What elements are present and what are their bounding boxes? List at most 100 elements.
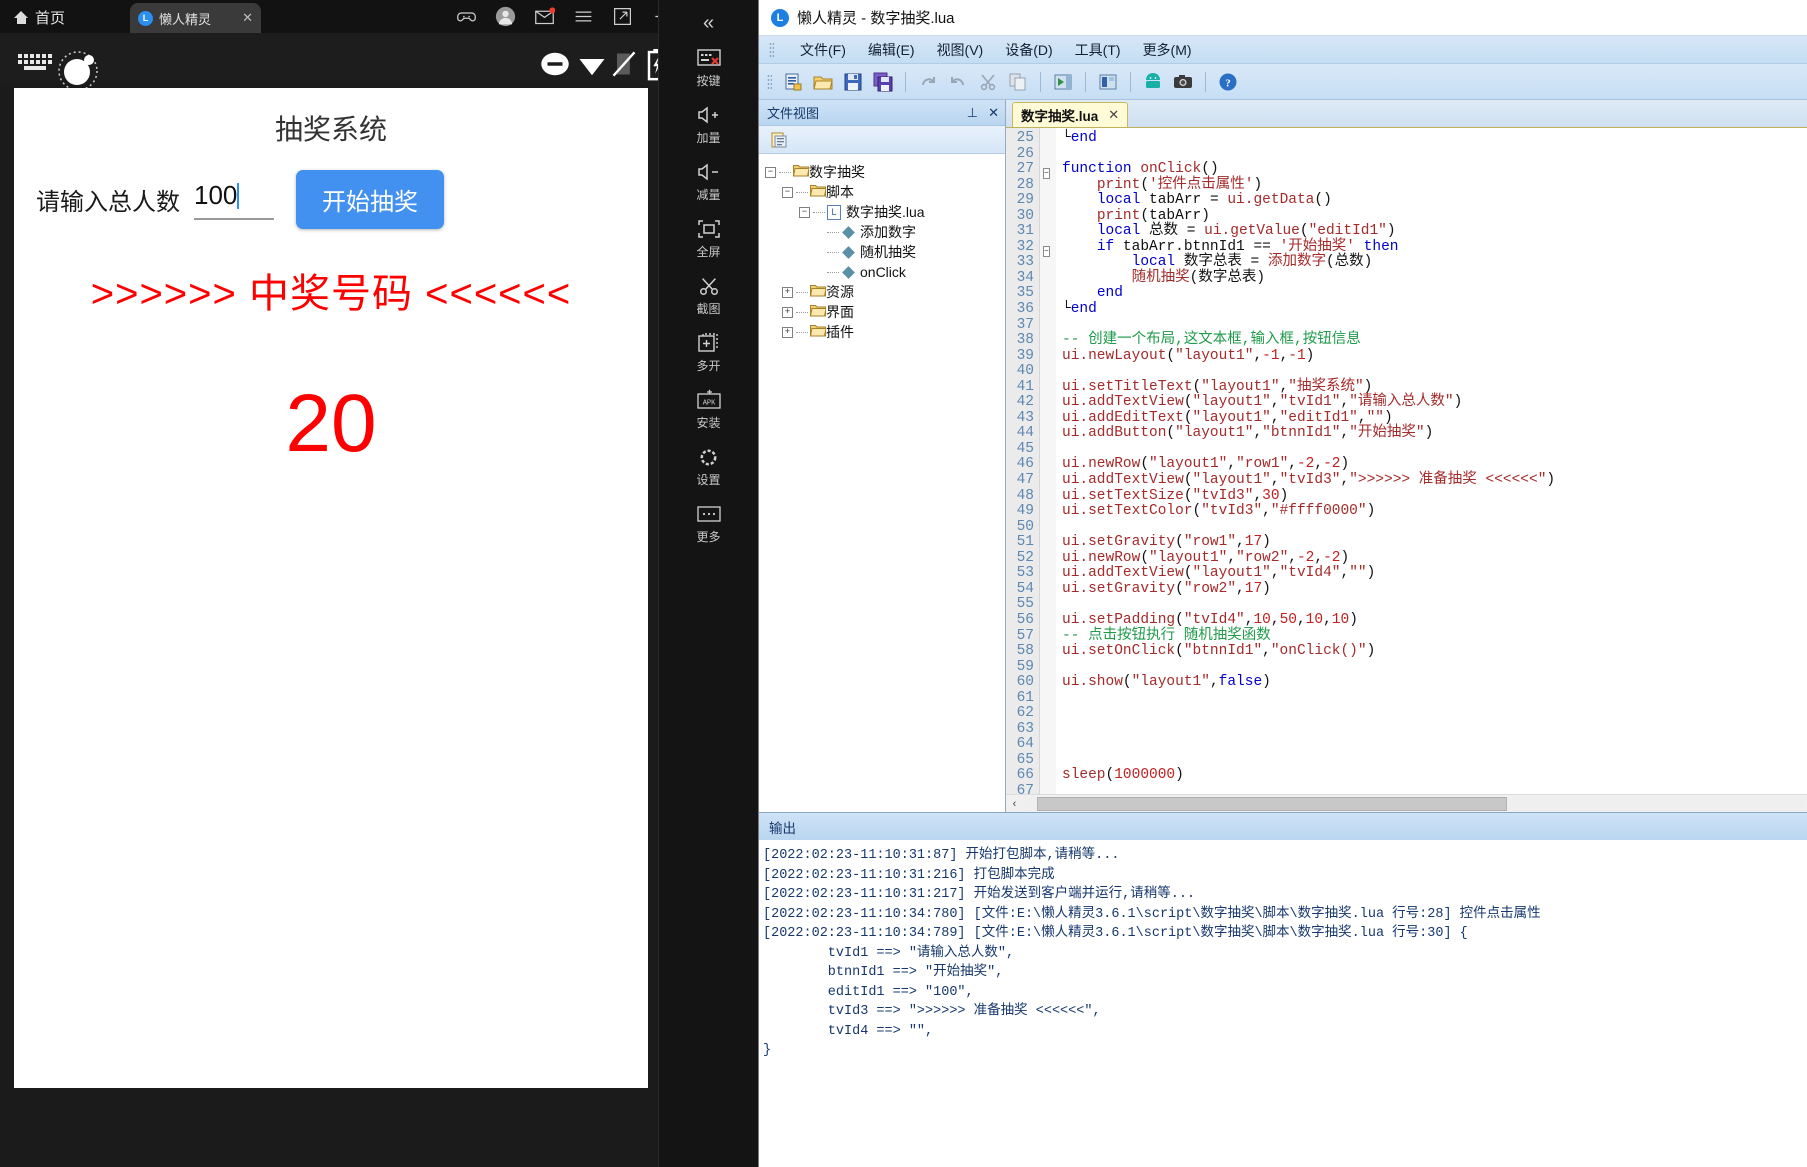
tree-toggle-icon[interactable]: − — [782, 186, 793, 198]
gamepad-icon[interactable] — [456, 6, 477, 27]
scroll-track[interactable] — [1023, 796, 1806, 811]
close-icon[interactable]: ✕ — [988, 105, 999, 121]
cut-icon[interactable] — [975, 69, 1001, 95]
keyboard-icon[interactable] — [16, 49, 52, 70]
emulator-titlebar: 首页 L 懒人精灵 ✕ — [0, 0, 758, 33]
tree-toggle-icon[interactable]: + — [782, 286, 793, 298]
code-line: ui.addTextView("layout1","tvId3",">>>>>>… — [1062, 472, 1556, 489]
file-tree-item[interactable]: onClick — [765, 262, 1005, 282]
editor-horizontal-scrollbar[interactable]: ‹ — [1006, 794, 1807, 812]
pin-icon[interactable]: ⊥ — [967, 105, 978, 121]
side-tool-multi-instance[interactable]: 多开 — [659, 331, 758, 374]
start-draw-button[interactable]: 开始抽奖 — [296, 170, 444, 229]
mail-icon[interactable] — [534, 6, 555, 27]
side-tool-fullscreen[interactable]: 全屏 — [659, 217, 758, 260]
camera-icon[interactable] — [1170, 69, 1196, 95]
side-tool-volume-down[interactable]: 减量 — [659, 160, 758, 203]
help-icon[interactable]: ? — [1215, 69, 1241, 95]
side-tool-screenshot[interactable]: 截图 — [659, 274, 758, 317]
tree-toggle-icon[interactable]: − — [765, 166, 776, 178]
file-tree-label: 数字抽奖.lua — [846, 204, 925, 220]
side-tool-install-apk[interactable]: APK 安装 — [659, 388, 758, 431]
menu-item-device[interactable]: 设备(D) — [1005, 40, 1052, 60]
scroll-left-icon[interactable]: ‹ — [1006, 798, 1023, 810]
code-line: local 数字总表 = 添加数字(总数) — [1131, 254, 1373, 271]
redo-icon[interactable] — [915, 69, 941, 95]
menu-item-tools[interactable]: 工具(T) — [1075, 40, 1121, 60]
run-icon[interactable] — [1050, 69, 1076, 95]
collapse-sidebar-button[interactable]: « — [659, 0, 758, 46]
line-number: 43 — [1016, 409, 1034, 426]
editor-tabstrip: 数字抽奖.lua ✕ — [1006, 100, 1807, 128]
close-icon[interactable]: ✕ — [242, 10, 253, 26]
close-icon[interactable]: ✕ — [1108, 107, 1119, 123]
copy-icon[interactable] — [1005, 69, 1031, 95]
side-tool-label: 多开 — [696, 359, 721, 373]
side-tool-settings[interactable]: 设置 — [659, 445, 758, 488]
new-file-icon[interactable] — [780, 69, 806, 95]
file-tree-item[interactable]: + 资源 — [765, 282, 1005, 302]
android-icon[interactable] — [1140, 69, 1166, 95]
output-line: [2022:02:23-11:10:31:87] 开始打包脚本,请稍等... — [763, 848, 1120, 863]
file-tree-item[interactable]: + 插件 — [765, 322, 1005, 342]
side-tool-keymap[interactable]: 按键 — [659, 46, 758, 89]
save-icon[interactable] — [840, 69, 866, 95]
resize-icon[interactable] — [612, 6, 633, 27]
toolbar-grip — [767, 73, 772, 90]
output-line: } — [763, 1043, 772, 1058]
account-icon[interactable] — [495, 6, 516, 27]
code-line: local 总数 = ui.getValue("editId1") — [1096, 223, 1396, 240]
winning-number-banner: >>>>>> 中奖号码 <<<<<< — [90, 272, 572, 316]
menu-icon[interactable] — [573, 6, 594, 27]
emulator-tab-lanrenjingling[interactable]: L 懒人精灵 ✕ — [130, 3, 261, 33]
tree-connector — [827, 271, 839, 273]
file-tree-item[interactable]: + 界面 — [765, 302, 1005, 322]
menu-item-edit[interactable]: 编辑(E) — [868, 40, 915, 60]
fold-marker — [1040, 629, 1056, 645]
tree-toggle-icon[interactable]: + — [782, 326, 793, 338]
code-line: ui.addTextView("layout1","tvId4","") — [1062, 565, 1376, 582]
toolbar-separator — [1130, 71, 1131, 92]
file-tree-item[interactable]: − 脚本 — [765, 182, 1005, 202]
home-tab-button[interactable]: 首页 — [14, 5, 65, 29]
scissors-icon — [698, 274, 720, 298]
side-tool-more[interactable]: 更多 — [659, 502, 758, 545]
editor-tab-shuzichoujiang[interactable]: 数字抽奖.lua ✕ — [1012, 102, 1129, 127]
fold-marker — [1040, 675, 1056, 691]
output-log[interactable]: [2022:02:23-11:10:31:87] 开始打包脚本,请稍等... [2… — [759, 840, 1807, 1167]
undo-icon[interactable] — [945, 69, 971, 95]
file-view-panel: 文件视图 ⊥ ✕ − 数字抽奖 − 脚本 − L 数字抽奖.lua 添加数字 随机抽奖 onCli… — [759, 100, 1006, 812]
code-text[interactable]: └end function onClick() print('控件点击属性') … — [1056, 128, 1807, 794]
recording-icon[interactable] — [57, 49, 98, 91]
scroll-thumb[interactable] — [1037, 796, 1507, 811]
tree-toggle-icon[interactable]: + — [782, 306, 793, 318]
line-number: 57 — [1016, 627, 1034, 644]
fold-marker — [1040, 411, 1056, 427]
total-people-input[interactable]: 100 — [194, 180, 274, 220]
code-editor[interactable]: 25 26 27 28 29 30 31 32 33 34 35 36 37 38 39 40 41 42 43 44… — [1006, 128, 1807, 794]
file-tree-item[interactable]: − 数字抽奖 — [765, 162, 1005, 182]
app-title: 抽奖系统 — [274, 114, 387, 145]
code-fold-column[interactable]: − − — [1040, 128, 1056, 794]
refresh-list-icon[interactable] — [767, 127, 793, 153]
file-tree-item[interactable]: − L 数字抽奖.lua — [765, 202, 1005, 222]
fold-marker — [1040, 597, 1056, 613]
fullscreen-icon — [697, 217, 721, 241]
fold-marker[interactable]: − — [1040, 162, 1056, 180]
tree-toggle-icon[interactable]: − — [799, 206, 810, 218]
save-all-icon[interactable] — [870, 69, 896, 95]
fold-marker[interactable]: − — [1040, 240, 1056, 257]
text-caret — [237, 182, 240, 209]
open-folder-icon[interactable] — [810, 69, 836, 95]
line-number: 28 — [1016, 176, 1034, 193]
file-tree-item[interactable]: 随机抽奖 — [765, 242, 1005, 262]
line-number: 62 — [1016, 705, 1034, 722]
menu-item-view[interactable]: 视图(V) — [937, 40, 984, 60]
side-tool-volume-up[interactable]: 加量 — [659, 103, 758, 146]
file-tree-item[interactable]: 添加数字 — [765, 222, 1005, 242]
line-number: 50 — [1016, 518, 1034, 535]
menu-item-more[interactable]: 更多(M) — [1143, 40, 1192, 60]
stop-icon[interactable] — [1095, 69, 1121, 95]
code-line: -- 点击按钮执行 随机抽奖函数 — [1062, 627, 1271, 644]
menu-item-file[interactable]: 文件(F) — [800, 40, 846, 60]
